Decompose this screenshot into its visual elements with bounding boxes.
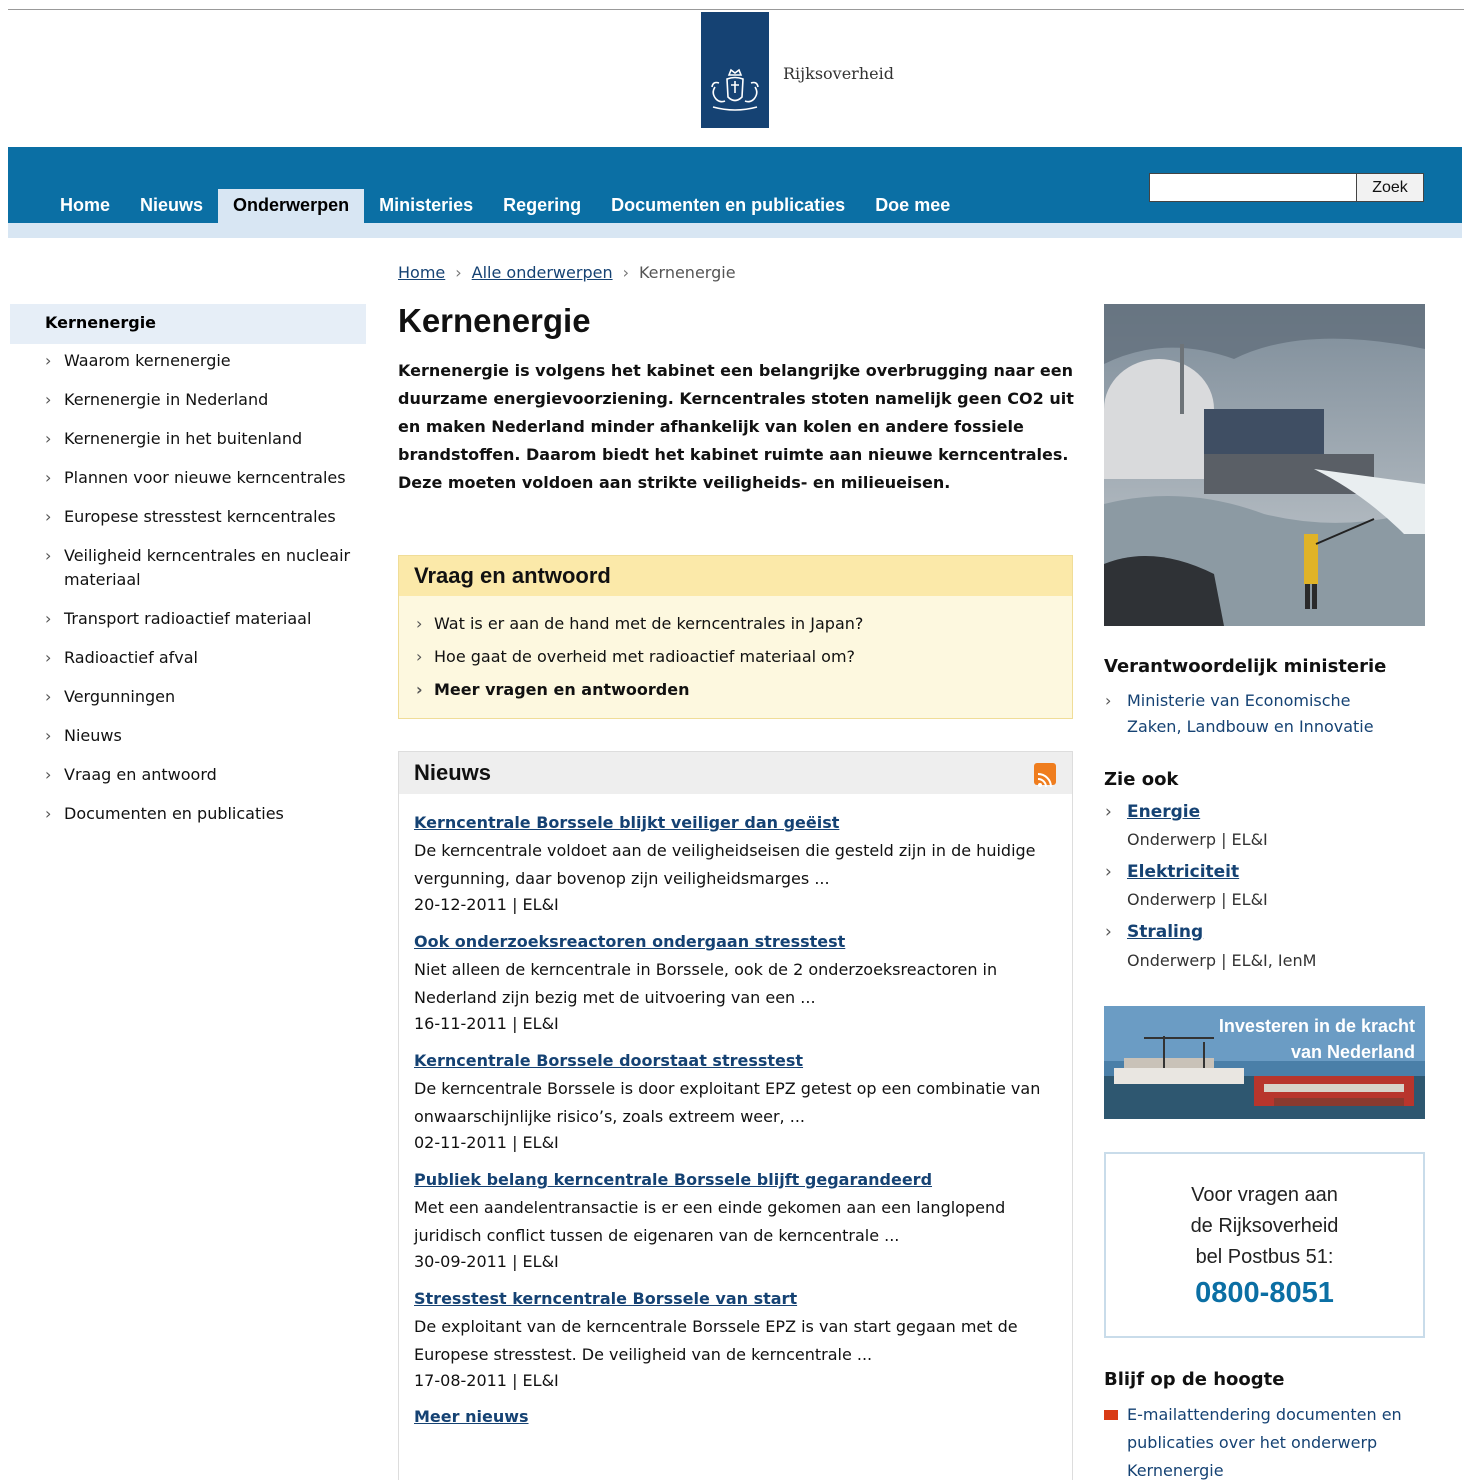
- nav-doe-mee[interactable]: Doe mee: [860, 189, 965, 224]
- qa-box: Vraag en antwoord Wat is er aan de hand …: [398, 555, 1073, 719]
- sidebar-item[interactable]: Radioactief afval: [45, 646, 365, 670]
- stay-updated-title: Blijf op de hoogte: [1104, 1369, 1285, 1390]
- see-also-title: Zie ook: [1104, 769, 1179, 790]
- news-item-title[interactable]: Stresstest kerncentrale Borssele van sta…: [414, 1288, 1057, 1310]
- ministry-title: Verantwoordelijk ministerie: [1104, 656, 1387, 677]
- sidebar-item[interactable]: Nieuws: [45, 724, 365, 748]
- sidebar-item[interactable]: Plannen voor nieuwe kerncentrales: [45, 466, 365, 490]
- rss-icon[interactable]: [1034, 763, 1056, 788]
- sidebar-title[interactable]: Kernenergie: [10, 304, 366, 344]
- rijksoverheid-logo[interactable]: [701, 12, 769, 128]
- news-item-text: De kerncentrale voldoet aan de veilighei…: [414, 841, 1036, 888]
- see-also-elektriciteit[interactable]: Elektriciteit: [1105, 862, 1239, 882]
- news-item-title[interactable]: Ook onderzoeksreactoren ondergaan stress…: [414, 931, 1057, 953]
- mail-icon: [1104, 1410, 1118, 1420]
- nav-documenten[interactable]: Documenten en publicaties: [596, 189, 860, 224]
- news-item: Publiek belang kerncentrale Borssele bli…: [414, 1169, 1057, 1274]
- breadcrumb-home[interactable]: Home: [398, 263, 445, 282]
- news-box: Nieuws Kerncentrale Borssele blijkt veil…: [398, 751, 1073, 1480]
- coat-of-arms-icon: [711, 68, 759, 111]
- sidebar-list: Waarom kernenergie Kernenergie in Nederl…: [45, 349, 365, 841]
- news-item: Kerncentrale Borssele blijkt veiliger da…: [414, 812, 1057, 917]
- see-also-sub: Onderwerp | EL&I: [1127, 890, 1268, 909]
- more-news-link[interactable]: Meer nieuws: [414, 1407, 1057, 1426]
- news-list: Kerncentrale Borssele blijkt veiliger da…: [399, 794, 1072, 1426]
- news-item-text: Met een aandelentransactie is er een ein…: [414, 1198, 1006, 1245]
- postbus-line: bel Postbus 51:: [1195, 1246, 1334, 1268]
- sidebar-item[interactable]: Vergunningen: [45, 685, 365, 709]
- see-also-energie[interactable]: Energie: [1105, 802, 1200, 822]
- sidebar-item[interactable]: Vraag en antwoord: [45, 763, 365, 787]
- news-item: Stresstest kerncentrale Borssele van sta…: [414, 1288, 1057, 1393]
- postbus-line: de Rijksoverheid: [1190, 1215, 1339, 1237]
- news-item-meta: 17-08-2011 | EL&I: [414, 1371, 559, 1390]
- news-item-meta: 20-12-2011 | EL&I: [414, 895, 559, 914]
- sidebar-item[interactable]: Veiligheid kerncentrales en nucleair mat…: [45, 544, 365, 592]
- search-button[interactable]: Zoek: [1356, 173, 1424, 202]
- news-item-meta: 02-11-2011 | EL&I: [414, 1133, 559, 1152]
- nav-home[interactable]: Home: [45, 189, 125, 224]
- sidebar-item[interactable]: Waarom kernenergie: [45, 349, 365, 373]
- sidebar-item[interactable]: Documenten en publicaties: [45, 802, 365, 826]
- main-nav: Home Nieuws Onderwerpen Ministeries Rege…: [45, 189, 965, 224]
- nav-ministeries[interactable]: Ministeries: [364, 189, 488, 224]
- qa-item[interactable]: Hoe gaat de overheid met radioactief mat…: [416, 640, 1072, 673]
- postbus-phone[interactable]: 0800-8051: [1106, 1273, 1423, 1313]
- postbus-line: Voor vragen aan: [1191, 1184, 1338, 1206]
- breadcrumb-separator-icon: ›: [455, 263, 462, 282]
- page-title: Kernenergie: [398, 302, 591, 339]
- qa-item[interactable]: Wat is er aan de hand met de kerncentral…: [416, 607, 1072, 640]
- postbus-box[interactable]: Voor vragen aan de Rijksoverheid bel Pos…: [1104, 1152, 1425, 1338]
- nav-onderwerpen[interactable]: Onderwerpen: [218, 189, 365, 224]
- news-item-text: De kerncentrale Borssele is door exploit…: [414, 1079, 1041, 1126]
- sidebar-item[interactable]: Europese stresstest kerncentrales: [45, 505, 365, 529]
- sidebar-item[interactable]: Transport radioactief materiaal: [45, 607, 365, 631]
- ministry-link[interactable]: Ministerie van Economische Zaken, Landbo…: [1105, 688, 1407, 740]
- qa-list: Wat is er aan de hand met de kerncentral…: [399, 596, 1072, 706]
- sidebar-item[interactable]: Kernenergie in Nederland: [45, 388, 365, 412]
- breadcrumb: Home › Alle onderwerpen › Kernenergie: [398, 263, 736, 282]
- intro-text: Kernenergie is volgens het kabinet een b…: [398, 361, 1074, 492]
- news-item-text: Niet alleen de kerncentrale in Borssele,…: [414, 960, 998, 1007]
- qa-title: Vraag en antwoord: [399, 556, 1072, 596]
- news-header: Nieuws: [399, 752, 1072, 794]
- breadcrumb-separator-icon: ›: [622, 263, 629, 282]
- news-item-meta: 16-11-2011 | EL&I: [414, 1014, 559, 1033]
- sidebar-item[interactable]: Kernenergie in het buitenland: [45, 427, 365, 451]
- banner-text: Investeren in de kracht van Nederland: [1218, 1016, 1415, 1062]
- nav-regering[interactable]: Regering: [488, 189, 596, 224]
- news-item-title[interactable]: Kerncentrale Borssele blijkt veiliger da…: [414, 812, 1057, 834]
- breadcrumb-current: Kernenergie: [638, 263, 736, 282]
- news-item-title[interactable]: Publiek belang kerncentrale Borssele bli…: [414, 1169, 1057, 1191]
- see-also-straling[interactable]: Straling: [1105, 922, 1203, 942]
- breadcrumb-all-topics[interactable]: Alle onderwerpen: [472, 263, 613, 282]
- news-item: Ook onderzoeksreactoren ondergaan stress…: [414, 931, 1057, 1036]
- see-also-sub: Onderwerp | EL&I: [1127, 830, 1268, 849]
- news-item-meta: 30-09-2011 | EL&I: [414, 1252, 559, 1271]
- nav-underline: [8, 223, 1462, 238]
- news-title: Nieuws: [414, 760, 492, 785]
- qa-more-link[interactable]: Meer vragen en antwoorden: [416, 673, 1072, 706]
- logo-text: Rijksoverheid: [783, 64, 894, 83]
- news-item-title[interactable]: Kerncentrale Borssele doorstaat stresste…: [414, 1050, 1057, 1072]
- search-input[interactable]: [1149, 173, 1357, 202]
- see-also-sub: Onderwerp | EL&I, IenM: [1127, 951, 1317, 970]
- invest-banner[interactable]: Investeren in de kracht van Nederland: [1104, 1006, 1425, 1119]
- news-item: Kerncentrale Borssele doorstaat stresste…: [414, 1050, 1057, 1155]
- email-alert-link[interactable]: E-mailattendering documenten en publicat…: [1127, 1401, 1427, 1480]
- news-item-text: De exploitant van de kerncentrale Borsse…: [414, 1317, 1018, 1364]
- nuclear-plant-photo: [1104, 304, 1425, 626]
- nav-nieuws[interactable]: Nieuws: [125, 189, 218, 224]
